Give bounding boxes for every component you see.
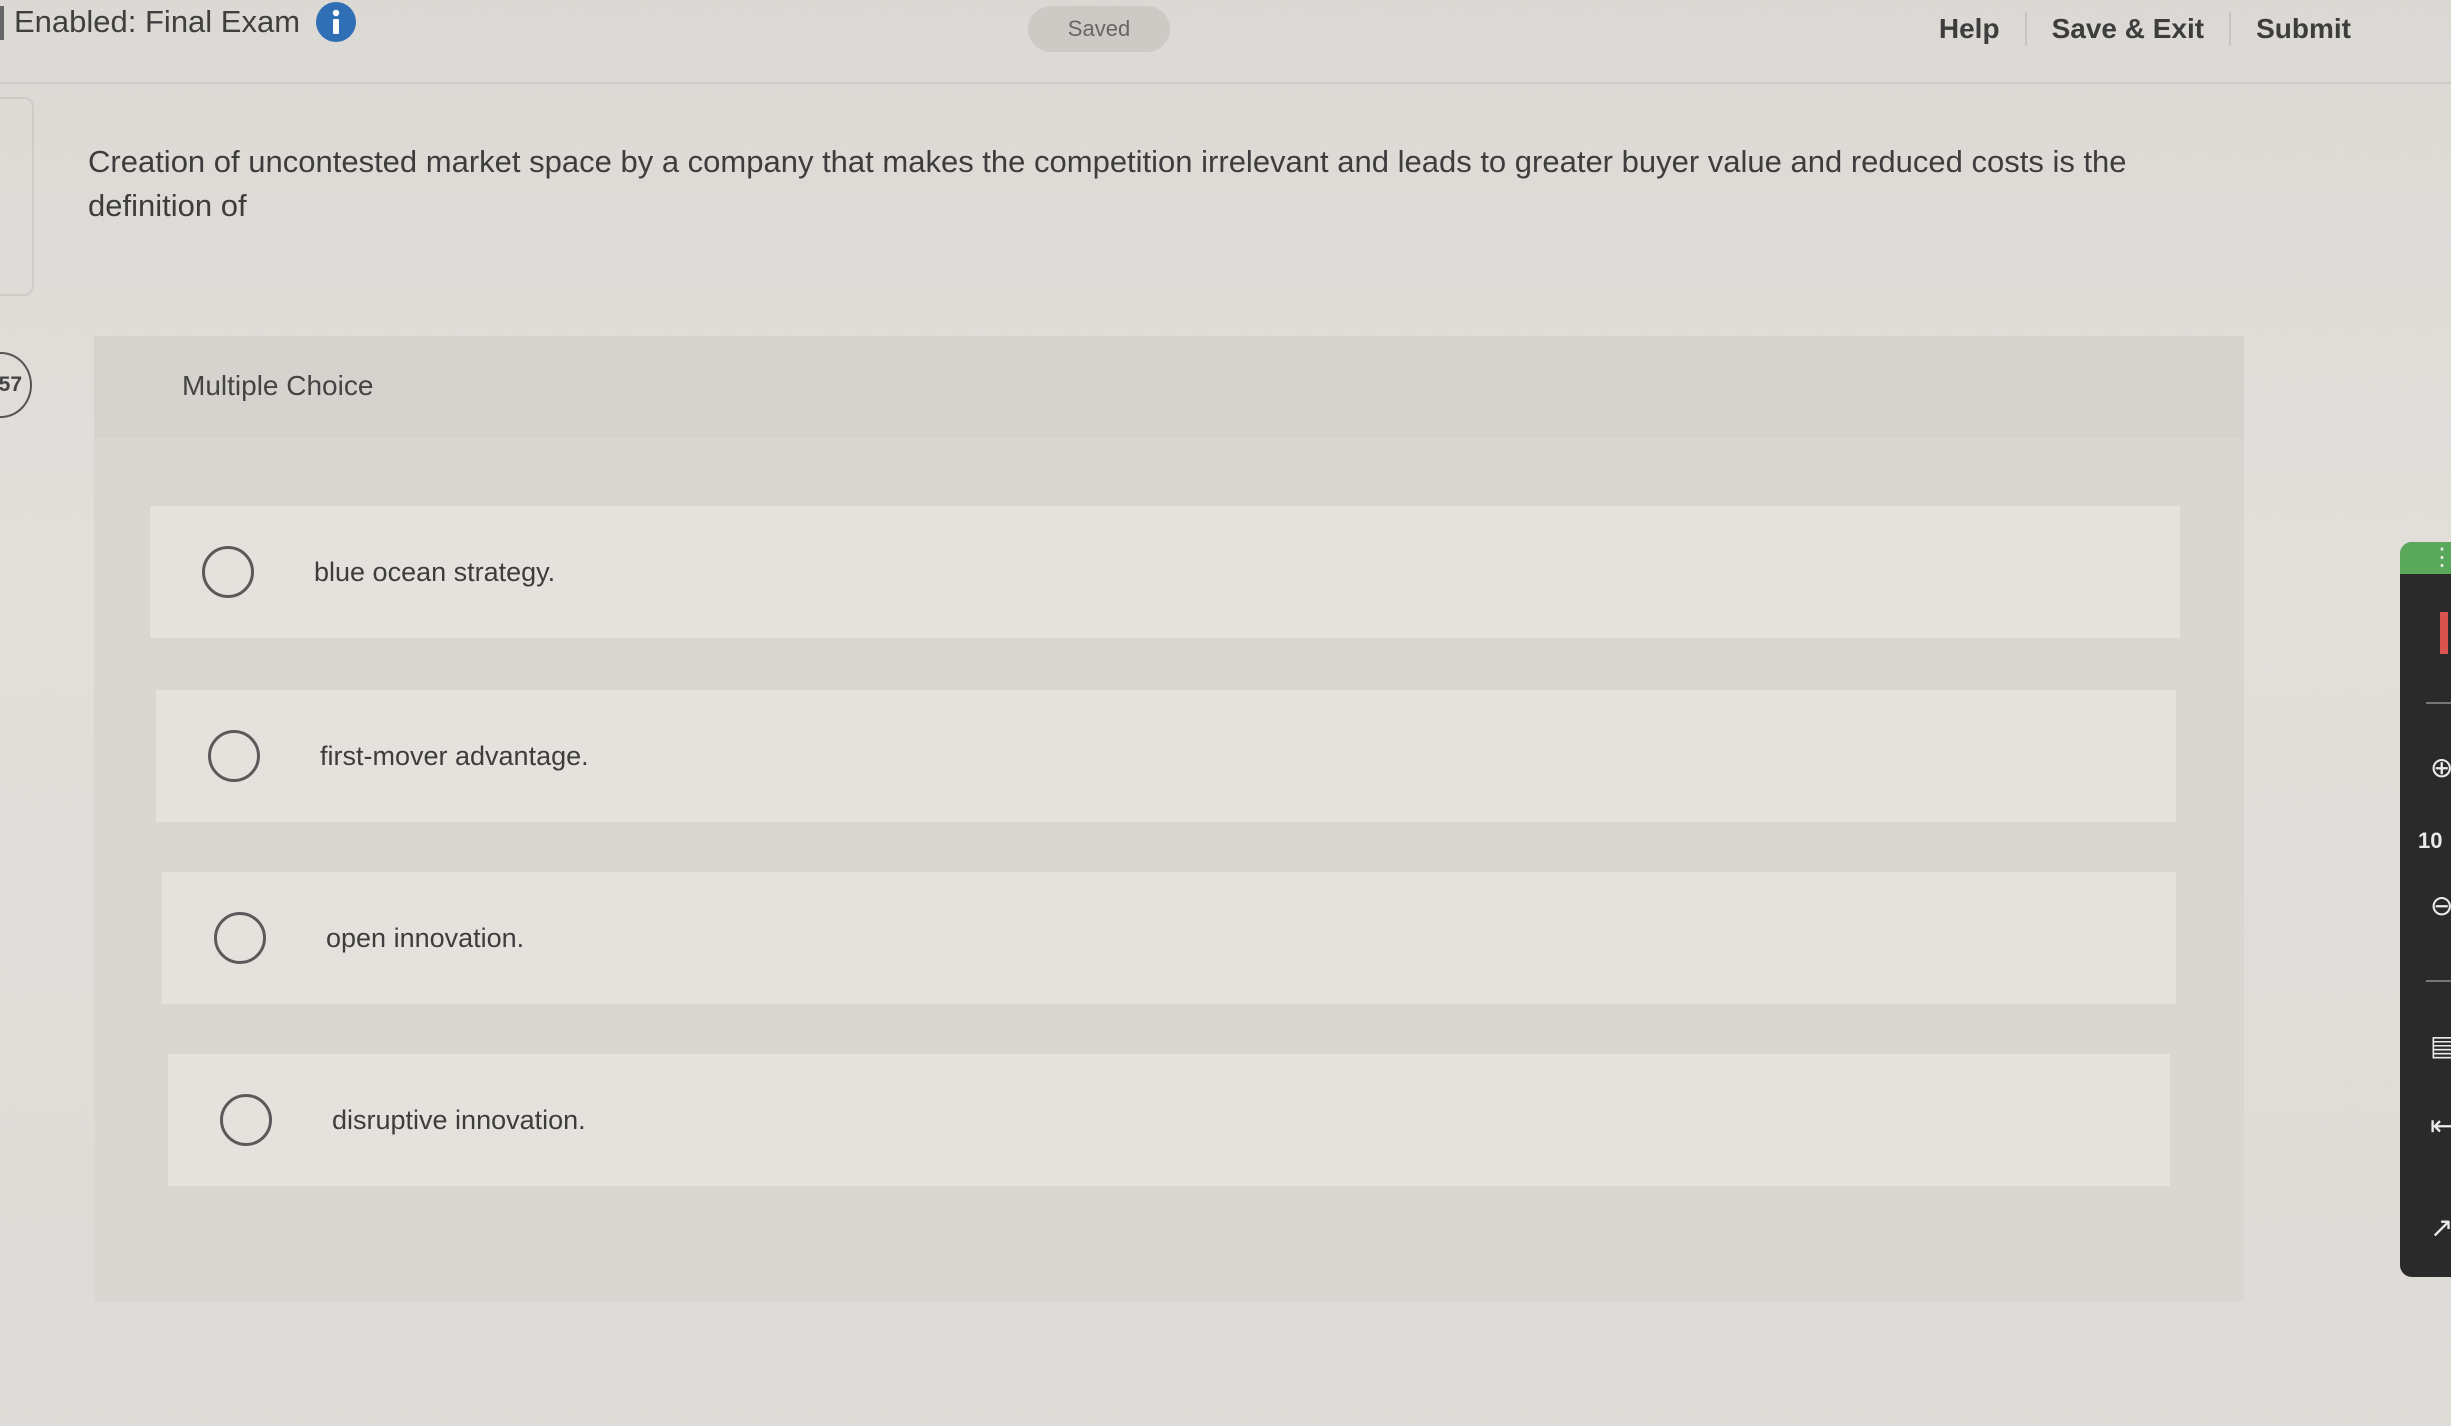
left-panel-edge bbox=[0, 97, 34, 296]
answer-option[interactable]: open innovation. bbox=[162, 872, 2176, 1004]
radio-button[interactable] bbox=[202, 546, 254, 598]
toolbar-marker bbox=[2440, 612, 2448, 654]
zoom-out-icon[interactable]: ⊖ bbox=[2430, 892, 2451, 920]
toolbar-divider bbox=[2426, 980, 2451, 982]
answer-option-label: disruptive innovation. bbox=[332, 1104, 586, 1135]
exam-title: Enabled: Final Exam bbox=[0, 2, 357, 42]
answer-option-label: first-mover advantage. bbox=[320, 740, 589, 771]
radio-button[interactable] bbox=[208, 730, 260, 782]
comment-icon[interactable]: ▤ bbox=[2430, 1032, 2451, 1060]
top-navigation: Help Save & Exit Submit bbox=[1914, 12, 2451, 46]
question-type-label: Multiple Choice bbox=[182, 370, 374, 401]
answer-option-label: open innovation. bbox=[326, 922, 525, 953]
question-prompt: Creation of uncontested market space by … bbox=[88, 144, 2127, 223]
toolbar-divider bbox=[2426, 702, 2451, 704]
question-number-badge[interactable]: 57 bbox=[0, 352, 32, 418]
info-icon[interactable] bbox=[316, 2, 357, 42]
answer-option[interactable]: disruptive innovation. bbox=[168, 1054, 2170, 1186]
title-edge-marker bbox=[0, 6, 4, 40]
answer-option-label: blue ocean strategy. bbox=[314, 556, 556, 587]
answer-option[interactable]: first-mover advantage. bbox=[156, 690, 2176, 822]
help-link[interactable]: Help bbox=[1914, 12, 2025, 46]
answer-option[interactable]: blue ocean strategy. bbox=[150, 506, 2180, 638]
exam-title-text: Enabled: Final Exam bbox=[14, 4, 301, 39]
zoom-in-icon[interactable]: ⊕ bbox=[2430, 754, 2451, 782]
expand-icon[interactable]: ↗ bbox=[2430, 1214, 2451, 1242]
right-toolbar: ⋮ ⊕ 10 ⊖ ▤ ⇤ ↗ bbox=[2400, 542, 2451, 1277]
collapse-icon[interactable]: ⇤ bbox=[2430, 1112, 2451, 1140]
radio-button[interactable] bbox=[214, 912, 266, 964]
saved-status-badge: Saved bbox=[1028, 6, 1170, 52]
more-options-icon[interactable]: ⋮ bbox=[2430, 544, 2451, 572]
multiple-choice-panel: Multiple Choice blue ocean strategy. fir… bbox=[94, 336, 2244, 1302]
zoom-level: 10 bbox=[2418, 828, 2443, 853]
multiple-choice-header: Multiple Choice bbox=[94, 336, 2244, 438]
save-exit-link[interactable]: Save & Exit bbox=[2024, 12, 2230, 46]
top-bar: Enabled: Final Exam Saved Help Save & Ex… bbox=[0, 0, 2451, 84]
submit-link[interactable]: Submit bbox=[2229, 12, 2451, 46]
radio-button[interactable] bbox=[220, 1094, 272, 1146]
